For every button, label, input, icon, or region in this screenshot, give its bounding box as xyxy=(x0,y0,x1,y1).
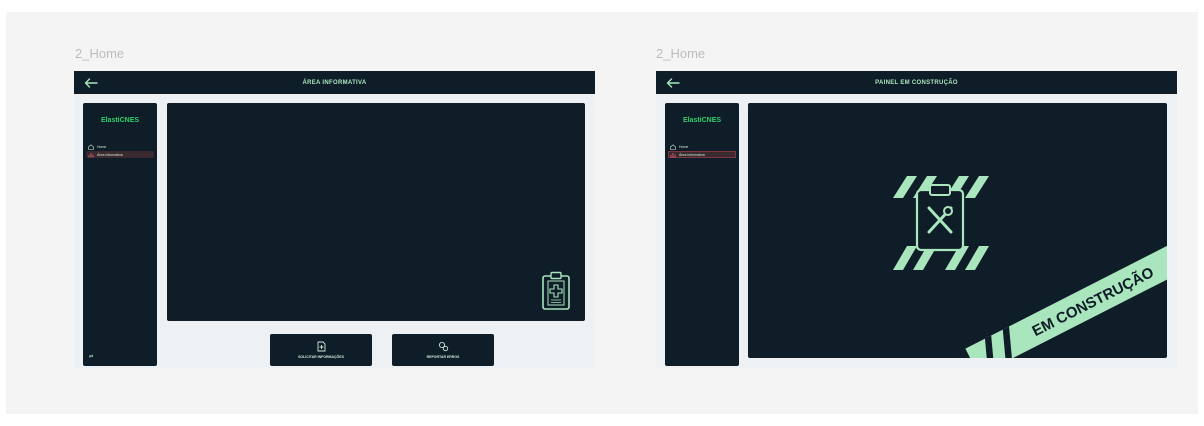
chart-icon xyxy=(670,152,676,158)
brand-logo: ElastiCNES xyxy=(100,117,140,124)
sidebar-item-label: Área Informativa xyxy=(97,152,123,157)
sidebar-item-label: Home xyxy=(97,144,107,149)
frame-label-right: 2_Home xyxy=(656,46,706,61)
sidebar-item-home[interactable]: Home xyxy=(668,143,736,150)
chart-icon xyxy=(88,152,94,158)
sidebar-item-label: Home xyxy=(679,144,689,149)
arrow-left-icon xyxy=(84,77,98,88)
report-errors-button[interactable]: REPORTAR ERROS xyxy=(392,334,494,366)
main-panel xyxy=(167,103,585,321)
top-bar: ÁREA INFORMATIVA xyxy=(74,71,595,94)
frame-label-left: 2_Home xyxy=(75,46,125,61)
sidebar-item-label: Área Informativa xyxy=(679,152,705,157)
frame-area-informativa: ÁREA INFORMATIVA ElastiCNES Home Área In… xyxy=(74,71,595,368)
home-icon xyxy=(88,143,94,150)
arrow-left-icon xyxy=(666,77,680,88)
page-title: ÁREA INFORMATIVA xyxy=(302,79,367,86)
back-button[interactable] xyxy=(664,74,682,91)
sidebar: ElastiCNES Home Área Informativa ⇄ xyxy=(83,103,157,366)
home-icon xyxy=(670,143,676,150)
sidebar-item-area-informativa[interactable]: Área Informativa xyxy=(86,151,154,158)
sidebar-item-area-informativa[interactable]: Área Informativa xyxy=(668,151,736,158)
clipboard-medical-icon xyxy=(542,271,570,310)
report-errors-label: REPORTAR ERROS xyxy=(426,355,460,359)
bug-icon xyxy=(438,341,448,352)
document-plus-icon xyxy=(317,341,325,352)
sidebar-item-home[interactable]: Home xyxy=(86,143,154,150)
main-panel: EM CONSTRUÇÃO xyxy=(748,103,1167,358)
sidebar: ElastiCNES Home Área Informativa xyxy=(665,103,739,366)
logout-icon[interactable]: ⇄ xyxy=(89,354,93,360)
page-title: PAINEL EM CONSTRUÇÃO xyxy=(875,79,958,86)
top-bar: PAINEL EM CONSTRUÇÃO xyxy=(656,71,1177,94)
frame-painel-construcao: PAINEL EM CONSTRUÇÃO ElastiCNES Home Áre… xyxy=(656,71,1177,368)
construction-tape: EM CONSTRUÇÃO xyxy=(965,230,1167,358)
request-info-label: SOLICITAR INFORMAÇÕES xyxy=(298,355,344,359)
brand-logo: ElastiCNES xyxy=(682,117,722,124)
back-button[interactable] xyxy=(82,74,100,91)
tape-text: EM CONSTRUÇÃO xyxy=(1029,263,1157,340)
request-info-button[interactable]: SOLICITAR INFORMAÇÕES xyxy=(270,334,372,366)
